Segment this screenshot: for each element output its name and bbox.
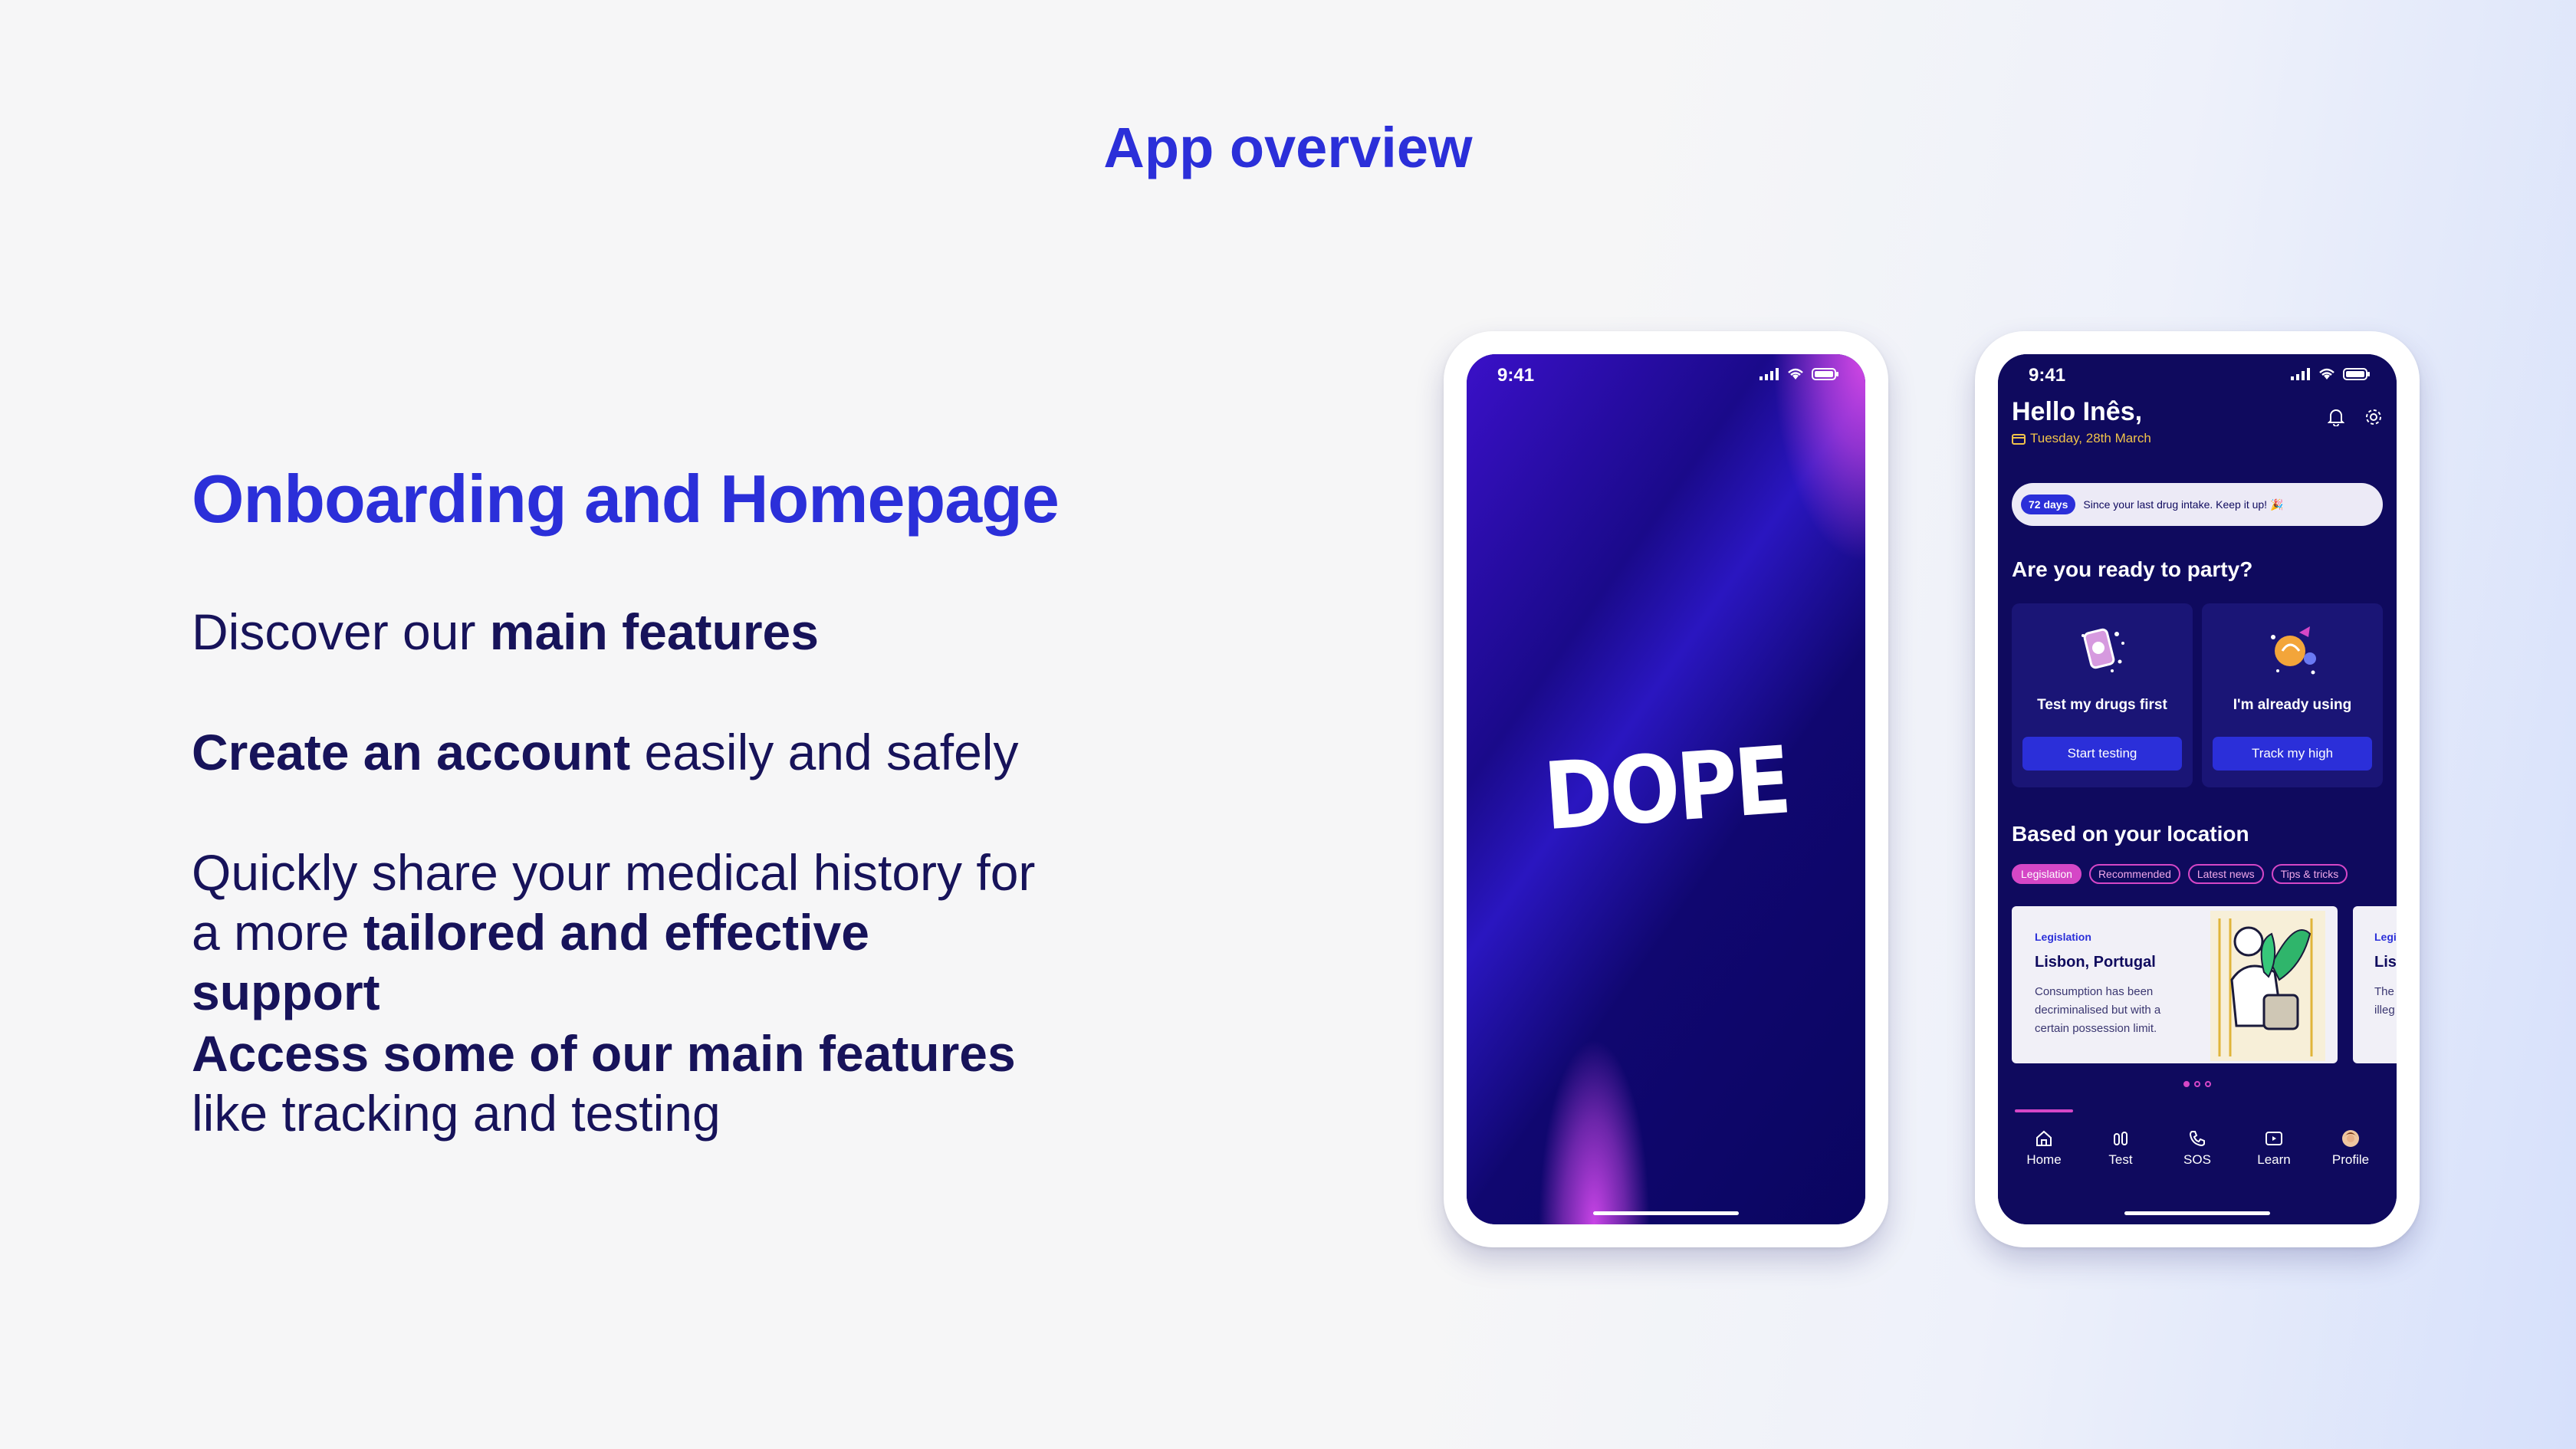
news-card[interactable]: Legislation Lisbon, Portugal Consumption…	[2012, 906, 2338, 1063]
tab-profile[interactable]: Profile	[2316, 1129, 2385, 1168]
tab-home[interactable]: Home	[2009, 1129, 2078, 1168]
tab-label: Home	[2026, 1152, 2062, 1167]
action-cards: Test my drugs first Start testing I'm al…	[2012, 603, 2383, 787]
tab-learn[interactable]: Learn	[2239, 1129, 2308, 1168]
tab-label: SOS	[2183, 1152, 2211, 1167]
news-body: Consumption has been decriminalised but …	[2035, 985, 2161, 1035]
slide-title: App overview	[1103, 116, 1473, 179]
tracking-illustration	[2271, 626, 2316, 675]
home-icon	[2036, 1130, 2052, 1146]
chip-legislation[interactable]: Legislation	[2012, 864, 2082, 884]
news-carousel[interactable]: Legislation Lisbon, Portugal Consumption…	[2012, 906, 2397, 1063]
feature-item: Discover our main features	[192, 602, 1150, 662]
home-phone-mockup: 9:41 Hello Inês, Tuesday, 28th March 72 …	[1975, 331, 2420, 1247]
section-title: Onboarding and Homepage	[192, 461, 1060, 537]
location-heading: Based on your location	[2012, 822, 2249, 846]
home-screen: 9:41 Hello Inês, Tuesday, 28th March 72 …	[1998, 354, 2397, 1224]
plant-person-illustration	[2210, 911, 2325, 1061]
party-heading: Are you ready to party?	[2012, 557, 2253, 581]
carousel-dots	[1998, 1081, 2397, 1087]
feature-text: easily and safely	[630, 724, 1019, 780]
phone-icon	[2189, 1131, 2205, 1147]
feature-item: Access some of our main features like tr…	[192, 1024, 1096, 1143]
date-row: Tuesday, 28th March	[2012, 431, 2151, 446]
feature-item: Create an account easily and safely	[192, 722, 1150, 782]
feature-item: Quickly share your medical history for a…	[192, 843, 1066, 1022]
bottom-tab-bar: Home Test SOS Learn Profile	[1998, 1109, 2397, 1194]
test-drugs-card[interactable]: Test my drugs first Start testing	[2012, 603, 2193, 787]
tab-label: Profile	[2331, 1152, 2370, 1167]
news-category: Legislation	[2035, 931, 2091, 943]
calendar-icon	[2012, 434, 2026, 445]
signal-icon	[2291, 368, 2310, 380]
header-actions	[2328, 408, 2383, 426]
tab-sos[interactable]: SOS	[2163, 1129, 2232, 1168]
tab-label: Learn	[2257, 1152, 2291, 1167]
already-using-card[interactable]: I'm already using Track my high	[2202, 603, 2383, 787]
feature-bold: main features	[489, 603, 819, 660]
status-time: 9:41	[2029, 365, 2066, 386]
feature-text: like tracking and testing	[192, 1085, 721, 1142]
splash-screen: 9:41 DOPE	[1467, 354, 1865, 1224]
feature-list: Onboarding and Homepage Discover our mai…	[192, 460, 1112, 1142]
active-tab-indicator	[2015, 1109, 2073, 1112]
news-title: Lisb	[2374, 954, 2397, 971]
chip-recommended[interactable]: Recommended	[2088, 864, 2180, 884]
chip-tips[interactable]: Tips & tricks	[2271, 864, 2348, 884]
home-content: 9:41 Hello Inês, Tuesday, 28th March 72 …	[1998, 354, 2397, 1224]
status-icons	[2291, 368, 2371, 380]
tab-label: Test	[2108, 1152, 2133, 1167]
home-indicator[interactable]	[1593, 1211, 1739, 1215]
splash-phone-mockup: 9:41 DOPE	[1444, 331, 1888, 1247]
avatar-icon	[2342, 1130, 2359, 1147]
carousel-dot[interactable]	[2205, 1081, 2211, 1087]
test-icon	[2114, 1132, 2128, 1145]
start-testing-button[interactable]: Start testing	[2022, 737, 2182, 770]
news-card[interactable]: Legi Lisb The illeg	[2353, 906, 2397, 1063]
carousel-dot[interactable]	[2194, 1081, 2200, 1087]
card-title: I'm already using	[2233, 697, 2352, 713]
dope-logo: DOPE	[1467, 354, 1865, 1224]
card-title: Test my drugs first	[2037, 697, 2167, 713]
battery-icon	[2343, 368, 2370, 380]
filter-chips: Legislation Recommended Latest news Tips…	[2012, 864, 2348, 884]
streak-banner[interactable]: 72 days Since your last drug intake. Kee…	[2012, 483, 2383, 526]
bell-icon[interactable]	[2328, 408, 2344, 426]
news-title: Lisbon, Portugal	[2035, 954, 2156, 971]
feature-bold: Create an account	[192, 724, 631, 780]
date-text: Tuesday, 28th March	[2030, 431, 2151, 445]
gear-icon[interactable]	[2364, 408, 2383, 426]
wifi-icon	[2319, 368, 2334, 380]
track-high-button[interactable]: Track my high	[2213, 737, 2372, 770]
tab-test[interactable]: Test	[2086, 1129, 2155, 1168]
news-body: The illeg	[2374, 985, 2395, 1017]
play-icon	[2266, 1132, 2282, 1145]
drug-test-illustration	[2082, 628, 2124, 672]
chip-latest-news[interactable]: Latest news	[2187, 864, 2264, 884]
news-category: Legi	[2374, 931, 2397, 943]
carousel-dot[interactable]	[2183, 1081, 2190, 1087]
home-indicator[interactable]	[2124, 1211, 2270, 1215]
streak-message: Since your last drug intake. Keep it up!…	[2083, 498, 2284, 511]
greeting: Hello Inês,	[2012, 397, 2143, 426]
streak-badge: 72 days	[2021, 495, 2076, 514]
feature-bold: Access some of our main features	[192, 1025, 1016, 1082]
status-bar: 9:41	[1998, 354, 2397, 400]
feature-text: Discover our	[192, 603, 490, 660]
logo-text: DOPE	[1540, 727, 1792, 852]
